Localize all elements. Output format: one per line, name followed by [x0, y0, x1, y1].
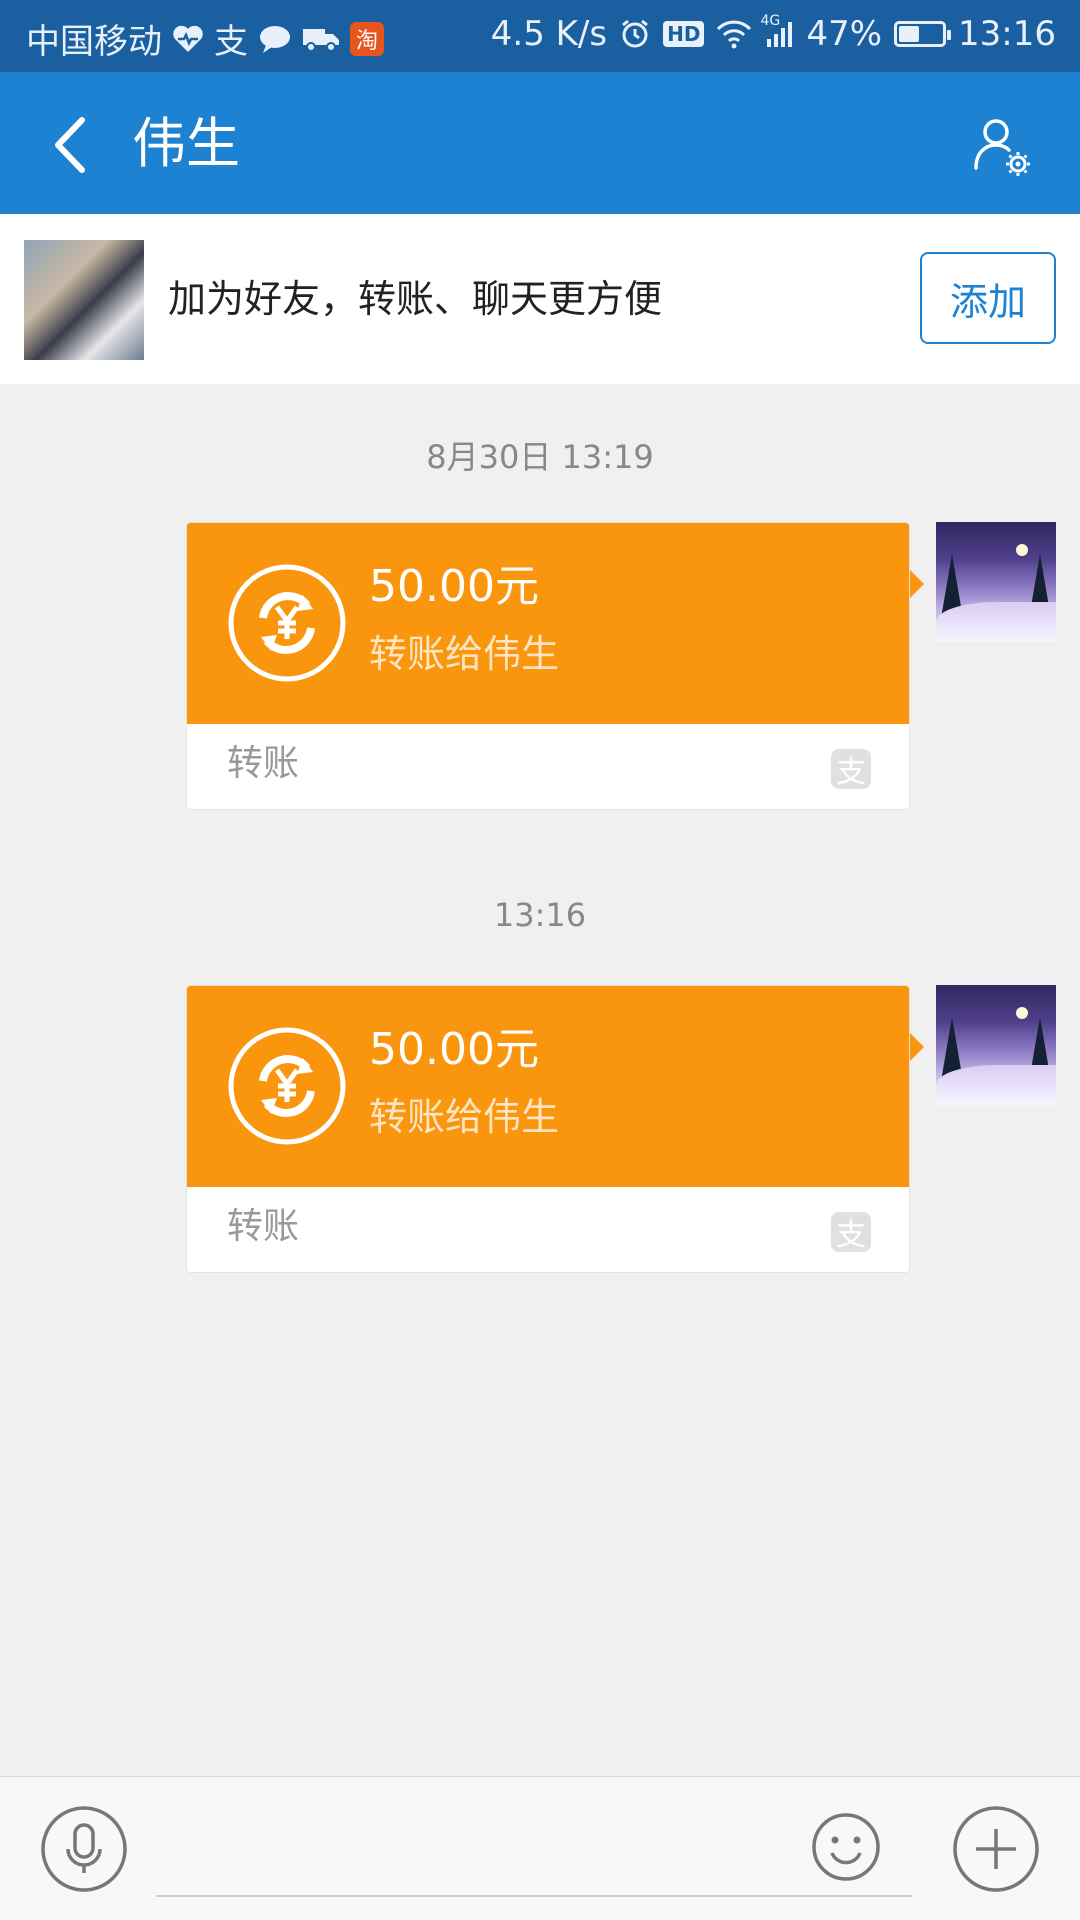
- status-bar: 中国移动 支 淘 4.5 K/s HD 4G 47% 13:16: [0, 0, 1080, 72]
- transfer-yuan-icon: [228, 1027, 346, 1145]
- chat-input-bar: [0, 1776, 1080, 1920]
- transfer-type-label: 转账: [227, 1206, 300, 1247]
- transfer-description: 转账给伟生: [369, 632, 560, 676]
- user-settings-icon: [974, 119, 1030, 176]
- friend-avatar[interactable]: [24, 240, 144, 360]
- chat-settings-button[interactable]: [966, 112, 1036, 182]
- plus-icon: [953, 1806, 1039, 1892]
- add-friend-prompt: 加为好友，转账、聊天更方便: [168, 277, 663, 321]
- alipay-icon: 支: [831, 1212, 871, 1253]
- transfer-description: 转账给伟生: [369, 1095, 560, 1139]
- battery-percent-label: 47%: [806, 14, 883, 54]
- net-speed-label: 4.5 K/s: [490, 14, 608, 54]
- avatar-snow: [936, 602, 1056, 642]
- hd-icon: HD: [663, 21, 705, 47]
- wifi-icon: [716, 19, 752, 49]
- alipay-notification-icon: 支: [214, 22, 248, 62]
- message-bubble-icon: [258, 24, 292, 54]
- add-friend-button[interactable]: 添加: [920, 252, 1056, 344]
- message-timestamp: 8月30日 13:19: [426, 438, 654, 476]
- battery-icon: [894, 21, 952, 47]
- add-friend-banner: 加为好友，转账、聊天更方便 添加: [0, 214, 1080, 384]
- alipay-icon: 支: [831, 749, 871, 790]
- back-arrow-icon: [55, 117, 85, 173]
- status-bar-left: 中国移动 支 淘: [26, 14, 384, 63]
- transfer-message[interactable]: 50.00元 转账给伟生 转账 支: [186, 985, 924, 1273]
- carrier-label: 中国移动: [26, 22, 162, 62]
- clock-label: 13:16: [958, 14, 1056, 54]
- my-avatar[interactable]: [936, 985, 1056, 1105]
- signal-type-label: 4G: [760, 13, 781, 29]
- app-bar: 伟生: [0, 72, 1080, 214]
- transfer-card[interactable]: 50.00元 转账给伟生 转账 支: [186, 985, 910, 1273]
- message-timestamp: 13:16: [493, 896, 587, 934]
- transfer-amount: 50.00元: [369, 561, 539, 612]
- microphone-icon: [41, 1806, 127, 1892]
- transfer-type-label: 转账: [227, 743, 300, 784]
- emoji-button[interactable]: [810, 1811, 882, 1883]
- transfer-card-header: 50.00元 转账给伟生: [187, 523, 909, 724]
- avatar-snow: [936, 1065, 1056, 1105]
- alarm-clock-icon: [619, 18, 651, 50]
- emoji-icon: [812, 1813, 880, 1881]
- message-input[interactable]: [156, 1807, 912, 1897]
- bubble-tail: [910, 1033, 924, 1061]
- transfer-message[interactable]: 50.00元 转账给伟生 转账 支: [186, 522, 924, 810]
- page-title: 伟生: [132, 112, 240, 175]
- delivery-truck-icon: [302, 25, 340, 53]
- transfer-yuan-icon: [228, 564, 346, 682]
- bubble-tail: [910, 570, 924, 598]
- more-actions-button[interactable]: [952, 1805, 1040, 1893]
- transfer-card[interactable]: 50.00元 转账给伟生 转账 支: [186, 522, 910, 810]
- avatar-moon: [1016, 1007, 1028, 1019]
- my-avatar[interactable]: [936, 522, 1056, 642]
- avatar-moon: [1016, 544, 1028, 556]
- taobao-icon: 淘: [350, 21, 384, 56]
- health-heart-icon: [172, 24, 204, 54]
- transfer-card-header: 50.00元 转账给伟生: [187, 986, 909, 1187]
- back-button[interactable]: [40, 110, 110, 180]
- transfer-amount: 50.00元: [369, 1024, 539, 1075]
- battery-fill: [899, 26, 920, 42]
- status-bar-right: 4.5 K/s HD 4G 47% 13:16: [490, 13, 1056, 54]
- cell-signal-icon: 4G: [760, 13, 794, 49]
- voice-input-button[interactable]: [40, 1805, 128, 1893]
